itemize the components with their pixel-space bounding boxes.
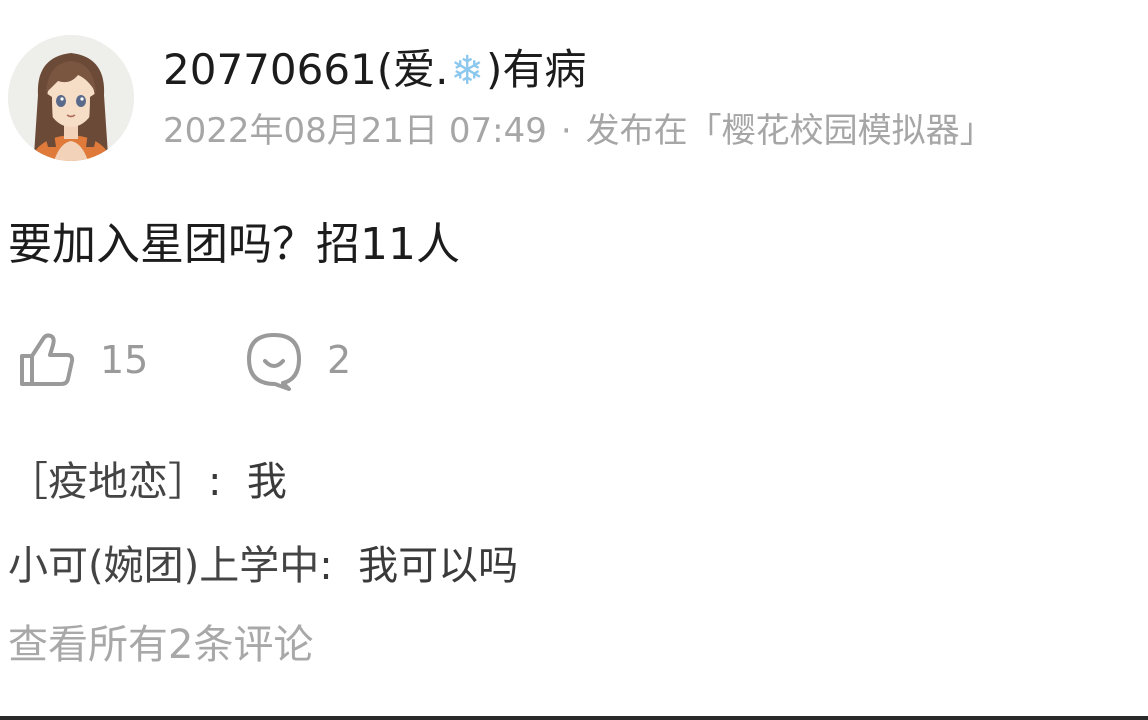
comment-text: 我 — [246, 459, 287, 505]
post-actions: 15 2 — [0, 325, 500, 395]
comment-text: 我可以吗 — [358, 543, 519, 589]
like-count: 15 — [100, 338, 149, 382]
author-name-prefix: 20770661(爱. — [163, 45, 449, 94]
meta-separator: · — [560, 111, 572, 151]
comment-separator: : — [208, 459, 222, 505]
post-published-in[interactable]: 发布在「樱花校园模拟器」 — [586, 111, 994, 151]
comment-separator: : — [319, 543, 333, 589]
comment-author[interactable]: 小可(婉团)上学中 — [8, 543, 319, 589]
comment-list: ［疫地恋］: 我 小可(婉团)上学中: 我可以吗 — [8, 440, 1138, 608]
comment-item[interactable]: ［疫地恋］: 我 — [8, 440, 1138, 524]
bottom-divider — [0, 716, 1148, 720]
thumbs-up-icon — [20, 333, 75, 386]
post-content: 要加入星团吗？招11人 — [8, 219, 460, 270]
comment-button[interactable]: 2 — [243, 325, 351, 395]
post-meta: 2022年08月21日 07:49 · 发布在「樱花校园模拟器」 — [163, 106, 994, 156]
comment-bubble-icon — [247, 333, 301, 391]
snowflake-icon: ❄ — [450, 48, 485, 94]
author-name-suffix: )有病 — [486, 45, 587, 94]
anime-girl-avatar-icon — [8, 35, 134, 161]
view-all-comments-link[interactable]: 查看所有2条评论 — [8, 615, 313, 675]
post-timestamp: 2022年08月21日 07:49 — [163, 111, 547, 151]
author-avatar[interactable] — [8, 35, 134, 161]
comment-author[interactable]: ［疫地恋］ — [8, 459, 208, 505]
comment-count: 2 — [327, 338, 352, 382]
comment-item[interactable]: 小可(婉团)上学中: 我可以吗 — [8, 524, 1138, 608]
like-button[interactable]: 15 — [16, 325, 148, 395]
post-card: 20770661(爱.❄)有病 2022年08月21日 07:49 · 发布在「樱花… — [0, 0, 1148, 720]
author-name[interactable]: 20770661(爱.❄)有病 — [163, 40, 586, 101]
